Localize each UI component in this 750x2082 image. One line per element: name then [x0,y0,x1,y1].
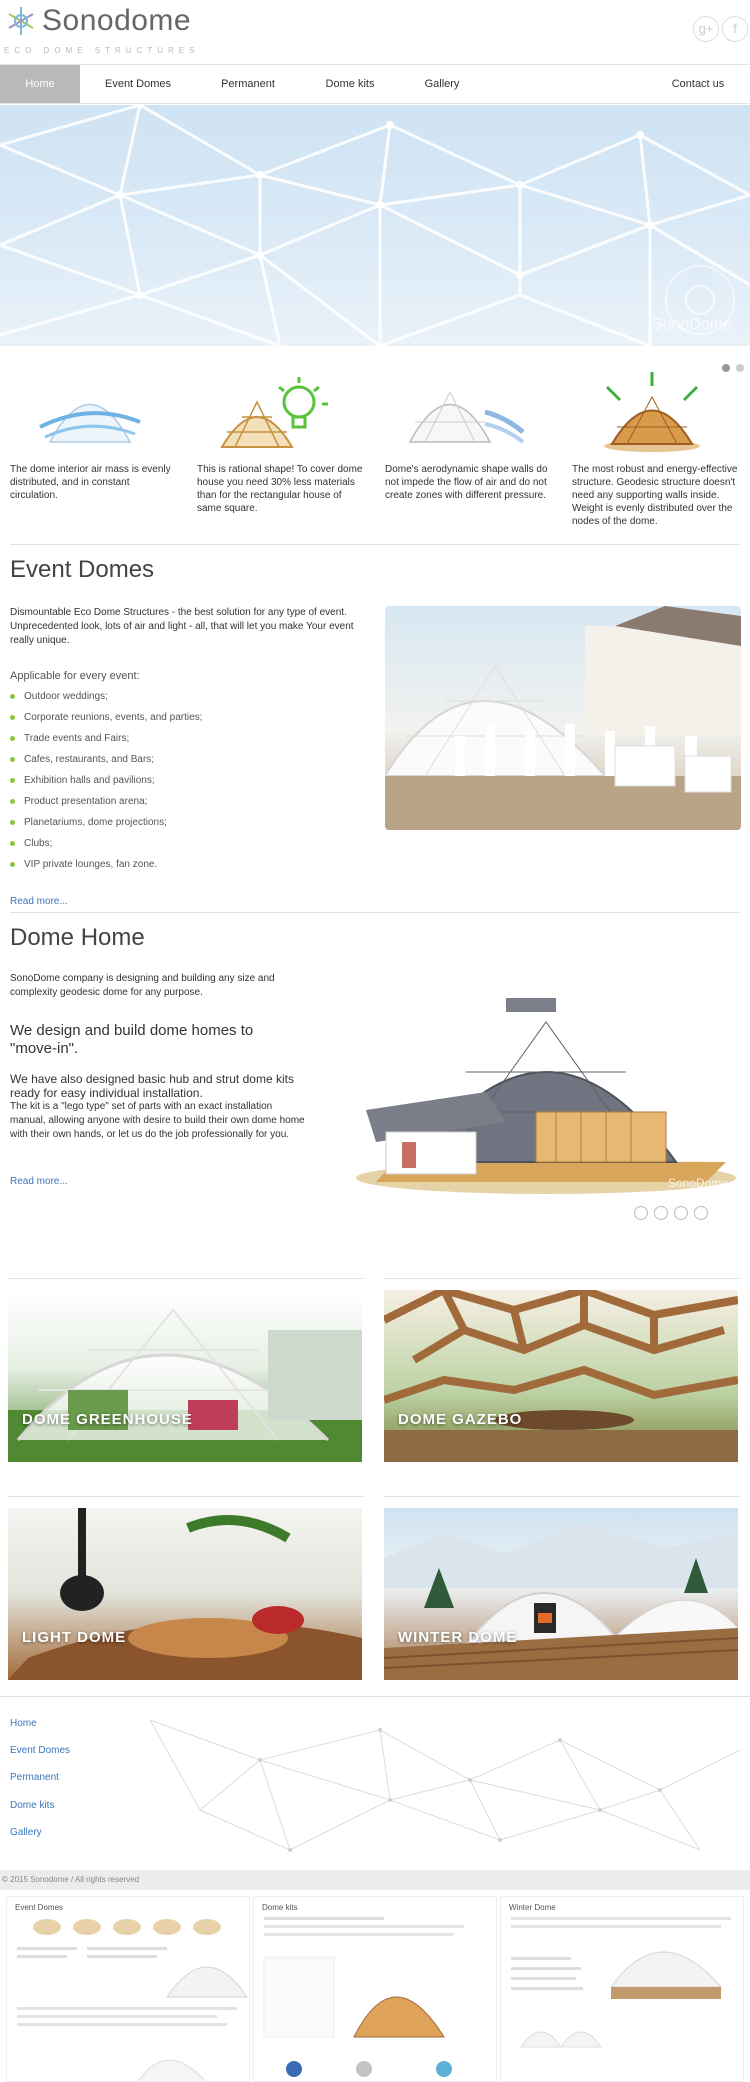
slider-dot[interactable] [722,364,730,372]
section-divider [10,544,740,545]
dome-home-photo[interactable]: SonoDome [336,992,740,1198]
slider-controls [634,1206,714,1225]
page-thumbnails: Event Domes Dome kits Winter Dome [0,1896,750,2082]
winter-dome-illustration [384,1523,738,1680]
pause-icon[interactable] [674,1206,688,1220]
event-domes-read-more[interactable]: Read more... [10,896,68,907]
section-divider [0,1696,750,1697]
greenhouse-illustration [8,1308,362,1462]
thumbnail-winter-dome[interactable]: Winter Dome [500,1896,744,2082]
tile-divider [8,1278,364,1279]
dome-home-intro: SonoDome company is designing and buildi… [10,973,275,998]
main-nav: Home Event Domes Permanent Dome kits Gal… [0,64,750,104]
thumbnail-event-domes[interactable]: Event Domes [6,1896,250,2082]
tile-label: Winter Dome [398,1629,518,1646]
list-item: Outdoor weddings; [10,686,202,707]
list-item: Product presentation arena; [10,791,202,812]
feature-item: Dome's aerodynamic shape walls do not im… [385,372,555,502]
list-item: Clubs; [10,833,202,854]
facebook-icon[interactable]: f [722,16,748,42]
dome-home-headline: We design and build dome homes to "move-… [10,1022,254,1057]
dome-home-read-more[interactable]: Read more... [10,1176,68,1187]
hero-slider[interactable]: SonoDome [0,105,750,346]
thumbnail-preview [511,1917,731,2048]
prev-icon[interactable] [634,1206,648,1220]
list-item: VIP private lounges, fan zone. [10,854,202,875]
brand-tagline: Eco Dome Structures [4,46,200,55]
dome-home-title: Dome Home [10,924,145,951]
wind-dome-icon [408,390,525,444]
dome-home-illustration [356,998,736,1194]
feature-item: The dome interior air mass is evenly dis… [10,372,180,502]
tile-divider [8,1496,364,1497]
site-header: Sonodome Eco Dome Structures g+ f [0,0,750,64]
dome-home-body: The kit is a "lego type" set of parts wi… [10,1101,305,1140]
nav-contact[interactable]: Contact us [656,65,740,103]
list-item: Exhibition halls and pavilions; [10,770,202,791]
tile-divider [384,1278,740,1279]
tile-dome-greenhouse[interactable]: Dome Greenhouse [8,1290,362,1462]
tile-label: Dome Greenhouse [22,1411,193,1428]
footer-link-permanent[interactable]: Permanent [10,1772,59,1783]
google-plus-icon[interactable]: g+ [693,16,719,42]
copyright: © 2015 Sonodome / All rights reserved [0,1870,750,1890]
list-item: Corporate reunions, events, and parties; [10,707,202,728]
feature-item: This is rational shape! To cover dome ho… [197,372,367,515]
footer-link-event-domes[interactable]: Event Domes [10,1745,70,1756]
slider-dot[interactable] [736,364,744,372]
event-domes-intro: Dismountable Eco Dome Structures - the b… [10,607,354,646]
tile-light-dome[interactable]: Light Dome [8,1508,362,1680]
feature-item: The most robust and energy-effective str… [572,372,742,528]
section-divider [10,912,740,913]
list-item: Trade events and Fairs; [10,728,202,749]
lightbulb-dome-icon [220,377,328,448]
event-dome-illustration [385,606,741,830]
dome-home-subheadline: We have also designed basic hub and stru… [10,1072,294,1100]
event-domes-title: Event Domes [10,556,155,583]
list-item: Planetariums, dome projections; [10,812,202,833]
tile-divider [384,1496,740,1497]
nav-event-domes[interactable]: Event Domes [96,65,180,103]
feature-list: The dome interior air mass is evenly dis… [0,372,750,540]
network-background [149,1719,741,1852]
dome-home-watermark: SonoDome [667,1176,728,1190]
next-icon[interactable] [694,1206,708,1220]
tile-label: Light Dome [22,1629,127,1646]
nav-gallery[interactable]: Gallery [402,65,482,103]
footer-link-dome-kits[interactable]: Dome kits [10,1800,54,1811]
light-dome-illustration [8,1508,362,1680]
nav-permanent[interactable]: Permanent [208,65,288,103]
feature-text: The most robust and energy-effective str… [572,464,738,527]
event-types-list: Outdoor weddings; Corporate reunions, ev… [10,686,202,875]
footer-link-gallery[interactable]: Gallery [10,1827,42,1838]
feature-text: The dome interior air mass is evenly dis… [10,464,171,501]
air-dome-icon [39,403,141,443]
hero-watermark: SonoDome [651,316,732,333]
thumbnail-preview [263,1917,464,2077]
list-item: Cafes, restaurants, and Bars; [10,749,202,770]
tile-dome-gazebo[interactable]: Dome Gazebo [384,1290,738,1462]
gazebo-illustration [384,1290,738,1462]
logo-icon[interactable] [4,4,38,38]
tile-winter-dome[interactable]: Winter Dome [384,1508,738,1680]
tile-label: Dome Gazebo [398,1411,523,1428]
nav-home[interactable]: Home [0,65,80,103]
applicable-title: Applicable for every event: [10,670,140,682]
dome-lattice-image [0,105,750,346]
footer-nav: Home Event Domes Permanent Dome kits Gal… [0,1700,750,1870]
thumbnail-preview [17,1919,248,2081]
play-icon[interactable] [654,1206,668,1220]
event-dome-photo[interactable] [385,606,741,830]
footer-link-home[interactable]: Home [10,1718,37,1729]
feature-text: Dome's aerodynamic shape walls do not im… [385,464,548,501]
brand-name[interactable]: Sonodome [42,4,191,38]
thumbnail-dome-kits[interactable]: Dome kits [253,1896,497,2082]
strong-dome-icon [604,372,700,452]
feature-text: This is rational shape! To cover dome ho… [197,464,363,514]
nav-dome-kits[interactable]: Dome kits [310,65,390,103]
